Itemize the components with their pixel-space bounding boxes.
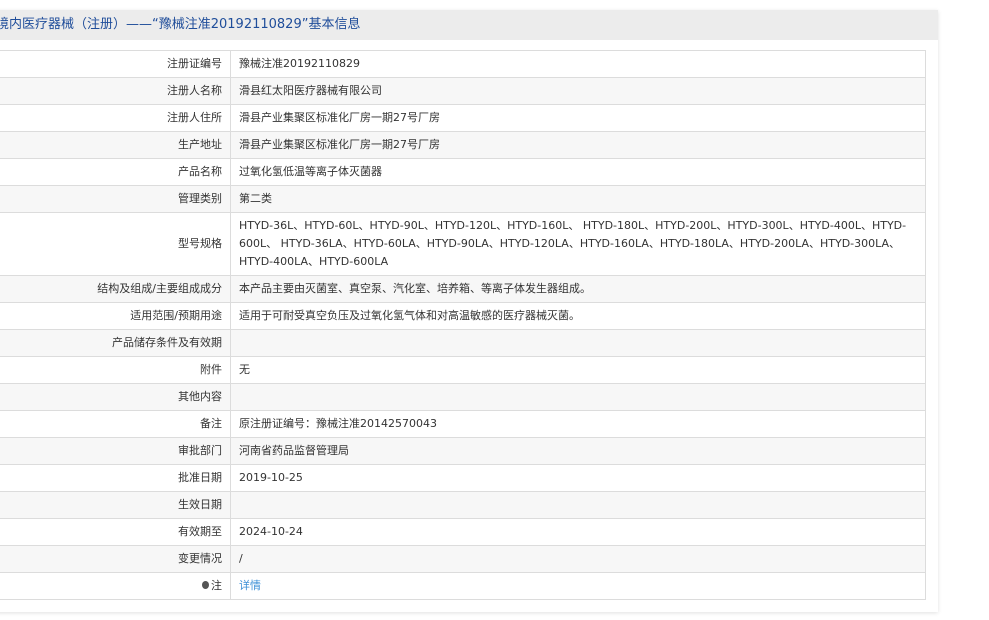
table-row: 型号规格 HTYD-36L、HTYD-60L、HTYD-90L、HTYD-120L…: [0, 212, 926, 276]
field-label: 其他内容: [0, 383, 231, 411]
field-label: 附件: [0, 356, 231, 384]
table-row: 结构及组成/主要组成成分 本产品主要由灭菌室、真空泵、汽化室、培养箱、等离子体发生…: [0, 275, 926, 303]
field-value: 2024-10-24: [230, 518, 926, 546]
field-value: 滑县产业集聚区标准化厂房一期27号厂房: [230, 104, 926, 132]
field-label: 批准日期: [0, 464, 231, 492]
table-row: 有效期至 2024-10-24: [0, 518, 926, 546]
field-label: 产品名称: [0, 158, 231, 186]
field-value: /: [230, 545, 926, 573]
field-label: 备注: [0, 410, 231, 438]
field-label: 生产地址: [0, 131, 231, 159]
table-row: 其他内容: [0, 383, 926, 411]
field-value: 过氧化氢低温等离子体灭菌器: [230, 158, 926, 186]
field-label: 产品储存条件及有效期: [0, 329, 231, 357]
field-label: 注册人名称: [0, 77, 231, 105]
table-row: 产品名称 过氧化氢低温等离子体灭菌器: [0, 158, 926, 186]
field-value: 河南省药品监督管理局: [230, 437, 926, 465]
field-label: 注册人住所: [0, 104, 231, 132]
table-row: 变更情况 /: [0, 545, 926, 573]
table-row: 注册人名称 滑县红太阳医疗器械有限公司: [0, 77, 926, 105]
field-value: 滑县产业集聚区标准化厂房一期27号厂房: [230, 131, 926, 159]
table-row: 生产地址 滑县产业集聚区标准化厂房一期27号厂房: [0, 131, 926, 159]
field-label: 变更情况: [0, 545, 231, 573]
table-row: 注 详情: [0, 572, 926, 600]
details-link[interactable]: 详情: [239, 579, 261, 592]
field-label: 审批部门: [0, 437, 231, 465]
field-label: 结构及组成/主要组成成分: [0, 275, 231, 303]
field-label: 有效期至: [0, 518, 231, 546]
table-row: 产品储存条件及有效期: [0, 329, 926, 357]
field-value: 本产品主要由灭菌室、真空泵、汽化室、培养箱、等离子体发生器组成。: [230, 275, 926, 303]
field-value: HTYD-36L、HTYD-60L、HTYD-90L、HTYD-120L、HTY…: [230, 212, 926, 276]
field-value: [230, 329, 926, 357]
field-value: 2019-10-25: [230, 464, 926, 492]
table-row: 生效日期: [0, 491, 926, 519]
panel-title: 境内医疗器械（注册）——“豫械注准20192110829”基本信息: [0, 10, 938, 40]
field-value: 豫械注准20192110829: [230, 50, 926, 78]
bulb-icon: [202, 581, 209, 589]
field-label: 管理类别: [0, 185, 231, 213]
table-row: 适用范围/预期用途 适用于可耐受真空负压及过氧化氢气体和对高温敏感的医疗器械灭菌。: [0, 302, 926, 330]
field-value: 原注册证编号：豫械注准20142570043: [230, 410, 926, 438]
table-row: 注册证编号 豫械注准20192110829: [0, 50, 926, 78]
info-table: 注册证编号 豫械注准20192110829 注册人名称 滑县红太阳医疗器械有限公司 注册…: [0, 50, 926, 600]
field-value: 滑县红太阳医疗器械有限公司: [230, 77, 926, 105]
field-label: 注册证编号: [0, 50, 231, 78]
info-panel: 境内医疗器械（注册）——“豫械注准20192110829”基本信息 注册证编号豫…: [0, 10, 938, 612]
table-row: 附件无: [0, 356, 926, 384]
table-row: 备注 原注册证编号：豫械注准20142570043: [0, 410, 926, 438]
field-value: 适用于可耐受真空负压及过氧化氢气体和对高温敏感的医疗器械灭菌。: [230, 302, 926, 330]
table-row: 管理类别 第二类: [0, 185, 926, 213]
field-value: 无: [230, 356, 926, 384]
field-value: [230, 383, 926, 411]
field-value: [230, 491, 926, 519]
field-label: 适用范围/预期用途: [0, 302, 231, 330]
field-label: 注: [0, 572, 231, 600]
table-row: 批准日期 2019-10-25: [0, 464, 926, 492]
field-label: 型号规格: [0, 212, 231, 276]
table-row: 审批部门 河南省药品监督管理局: [0, 437, 926, 465]
field-value: 第二类: [230, 185, 926, 213]
field-label: 生效日期: [0, 491, 231, 519]
table-row: 注册人住所 滑县产业集聚区标准化厂房一期27号厂房: [0, 104, 926, 132]
note-label: 注: [211, 579, 222, 592]
